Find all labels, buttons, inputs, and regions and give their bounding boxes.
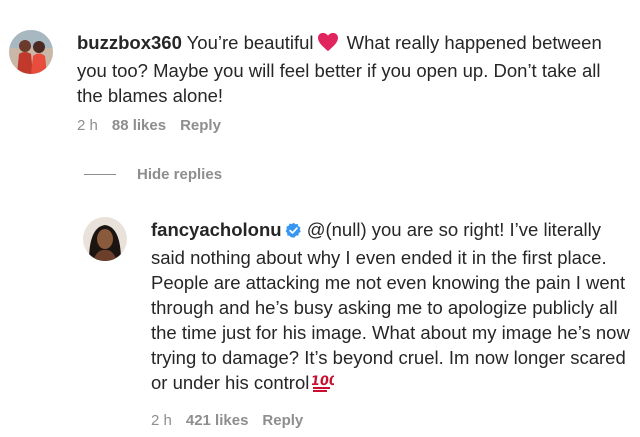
reply-button[interactable]: Reply — [180, 117, 221, 134]
comment-text: buzzbox360 You’re beautiful What really … — [77, 30, 627, 108]
comment-item: buzzbox360 You’re beautiful What really … — [9, 30, 629, 134]
reply-item: fancyacholonu @(null) you are so right! … — [83, 217, 633, 429]
reply-avatar-image — [83, 217, 127, 261]
reply-avatar[interactable] — [83, 217, 127, 261]
comment-likes[interactable]: 88 likes — [112, 117, 166, 134]
hide-replies-button[interactable]: Hide replies — [84, 166, 222, 183]
hide-replies-label: Hide replies — [137, 166, 223, 183]
hundred-points-icon: 100 — [310, 372, 339, 398]
red-heart-icon — [317, 32, 339, 58]
reply-text-body: @(null) you are so right! I’ve literally… — [151, 219, 630, 393]
reply-body: fancyacholonu @(null) you are so right! … — [151, 217, 631, 429]
comment-time[interactable]: 2 h — [77, 117, 98, 134]
reply-text: fancyacholonu @(null) you are so right! … — [151, 217, 631, 398]
reply-reply-button[interactable]: Reply — [262, 412, 303, 429]
reply-likes[interactable]: 421 likes — [186, 412, 249, 429]
svg-text:100: 100 — [312, 374, 334, 389]
avatar-image — [9, 30, 53, 74]
verified-badge-icon — [285, 220, 302, 245]
reply-time[interactable]: 2 h — [151, 412, 172, 429]
comment-body: buzzbox360 You’re beautiful What really … — [77, 30, 627, 134]
replies-divider-line — [84, 174, 116, 175]
reply-username[interactable]: fancyacholonu — [151, 219, 282, 240]
comment-text-part-1: You’re beautiful — [181, 32, 314, 53]
avatar[interactable] — [9, 30, 53, 74]
comment-meta: 2 h 88 likes Reply — [77, 117, 627, 134]
comment-username[interactable]: buzzbox360 — [77, 32, 182, 53]
comments-panel: buzzbox360 You’re beautiful What really … — [0, 0, 640, 437]
reply-meta: 2 h 421 likes Reply — [151, 412, 631, 429]
